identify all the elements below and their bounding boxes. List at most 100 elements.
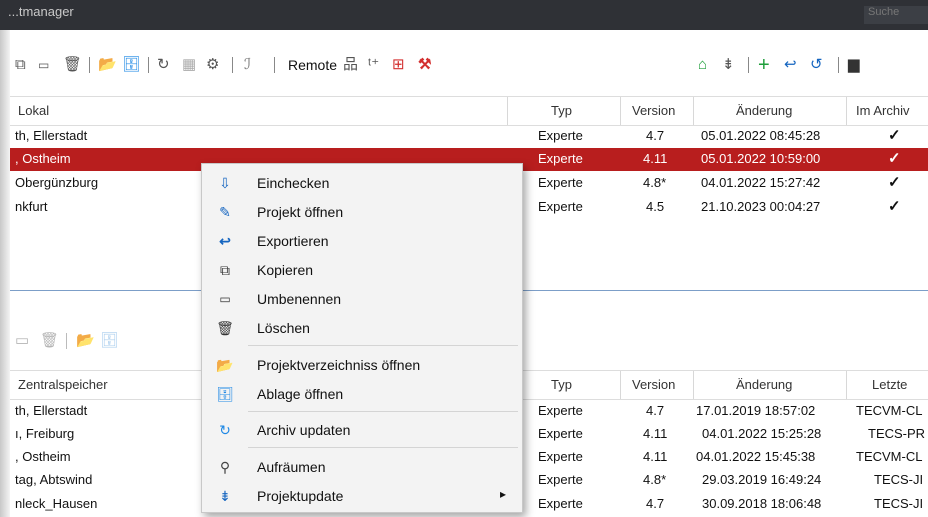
archive-update-icon: ↻: [219, 422, 231, 438]
cell-type: Experte: [538, 472, 583, 487]
cell-last: TECS-JI: [874, 496, 924, 511]
grid-disabled-icon[interactable]: ▦: [182, 54, 196, 76]
trash-icon[interactable]: 🗑: [40, 330, 59, 352]
cell-change: 05.01.2022 10:59:00: [701, 151, 821, 166]
cell-change: 04.01.2022 15:45:38: [696, 449, 816, 464]
copy-icon[interactable]: ⧉: [15, 54, 26, 76]
context-menu: ⇩ Einchecken ✎ Projekt öffnen ↩ Exportie…: [201, 163, 523, 513]
transfer-icon[interactable]: ᵗ⁺: [368, 54, 379, 76]
undo-arrow-icon[interactable]: ↩: [784, 54, 797, 76]
cell-type: Experte: [538, 426, 583, 441]
cell-name: , Ostheim: [15, 449, 71, 464]
archive-check-icon: ✓: [888, 198, 901, 215]
cell-name: th, Ellerstadt: [15, 403, 88, 418]
storage-icon[interactable]: 🗄: [100, 330, 119, 352]
menu-item-archiv-updaten[interactable]: ↻ Archiv updaten: [202, 415, 522, 444]
archive-check-icon: ✓: [888, 150, 901, 167]
network-icon[interactable]: 品: [343, 54, 358, 76]
cell-last: TECS-PR: [868, 426, 926, 441]
trash-icon[interactable]: 🗑: [63, 54, 82, 76]
cell-type: Experte: [538, 128, 583, 143]
checkin-icon: ⇩: [219, 175, 231, 191]
cell-version: 4.7: [646, 496, 665, 511]
folder-open-icon[interactable]: 📂: [76, 330, 95, 352]
cell-version: 4.8*: [643, 472, 667, 487]
storage-icon: 🗄: [216, 386, 234, 402]
separator: [66, 333, 67, 349]
archive-icon[interactable]: ↻: [157, 54, 170, 76]
menu-item-umbenennen[interactable]: ▭ Umbenennen: [202, 284, 522, 313]
search-input[interactable]: Suche: [864, 6, 928, 24]
cell-version: 4.11: [643, 426, 668, 441]
menu-item-projektupdate[interactable]: ⇟ Projektupdate ▸: [202, 481, 522, 510]
cell-version: 4.7: [646, 128, 665, 143]
trash-icon: 🗑: [216, 320, 234, 336]
cell-change: 05.01.2022 08:45:28: [701, 128, 821, 143]
cell-type: Experte: [538, 175, 583, 190]
refresh-icon[interactable]: ↺: [810, 54, 823, 76]
gear-icon[interactable]: ⚙: [206, 54, 219, 76]
menu-separator: [248, 345, 518, 346]
column-header-type[interactable]: Typ: [551, 97, 572, 125]
disk-icon[interactable]: ▆: [848, 54, 860, 76]
cell-type: Experte: [538, 151, 583, 166]
column-header-change[interactable]: Änderung: [736, 371, 792, 399]
menu-item-kopieren[interactable]: ⧉ Kopieren: [202, 255, 522, 284]
menu-item-projektverzeichniss[interactable]: 📂 Projektverzeichniss öffnen: [202, 350, 522, 379]
menu-item-aufraeumen[interactable]: ⚲ Aufräumen: [202, 452, 522, 481]
column-header-change[interactable]: Änderung: [736, 97, 792, 125]
cell-name: , Ostheim: [15, 151, 71, 166]
cell-last: TECVM-CL: [856, 449, 923, 464]
rename-icon[interactable]: ▭: [15, 330, 29, 352]
cell-change: 17.01.2019 18:57:02: [696, 403, 816, 418]
cell-type: Experte: [538, 199, 583, 214]
cell-name: tag, Abtswind: [15, 472, 93, 487]
cell-type: Experte: [538, 449, 583, 464]
archive-check-icon: ✓: [888, 127, 901, 144]
cell-version: 4.11: [643, 151, 668, 166]
column-header-version[interactable]: Version: [632, 97, 675, 125]
column-header-last[interactable]: Letzte: [872, 371, 907, 399]
column-header-type[interactable]: Typ: [551, 371, 572, 399]
export-arrow-icon: ↩: [219, 233, 231, 249]
add-icon[interactable]: +: [758, 54, 770, 76]
table-row[interactable]: th, Ellerstadt Experte 4.7 05.01.2022 08…: [10, 125, 928, 148]
column-header-version[interactable]: Version: [632, 371, 675, 399]
separator: [148, 57, 149, 73]
menu-item-projekt-oeffnen[interactable]: ✎ Projekt öffnen: [202, 197, 522, 226]
cell-change: 04.01.2022 15:27:42: [701, 175, 821, 190]
cell-name: Obergünzburg: [15, 175, 99, 190]
separator: [89, 57, 90, 73]
main-toolbar: ⧉ ▭ 🗑 📂 🗄 ↻ ▦ ⚙ ℐ Remote 品 ᵗ⁺ ⊞ ⚒ ⌂ ⇟ + …: [10, 30, 928, 95]
column-header-name[interactable]: Lokal: [18, 97, 49, 125]
menu-item-einchecken[interactable]: ⇩ Einchecken: [202, 168, 522, 197]
column-header-archive[interactable]: Im Archiv: [856, 97, 909, 125]
home-icon[interactable]: ⌂: [698, 54, 707, 76]
cell-type: Experte: [538, 496, 583, 511]
cell-change: 29.03.2019 16:49:24: [702, 472, 822, 487]
wrench-icon[interactable]: ⚒: [418, 54, 431, 76]
cell-version: 4.7: [646, 403, 665, 418]
menu-item-exportieren[interactable]: ↩ Exportieren: [202, 226, 522, 255]
cell-type: Experte: [538, 403, 583, 418]
cell-name: nleck_Hausen: [15, 496, 98, 511]
project-update-icon: ⇟: [219, 488, 231, 504]
cell-name: nkfurt: [15, 199, 48, 214]
rename-icon: ▭: [219, 292, 231, 306]
local-table-header: Lokal Typ Version Änderung Im Archiv: [10, 96, 928, 126]
cell-version: 4.11: [643, 449, 668, 464]
separator: [232, 57, 233, 73]
column-header-name[interactable]: Zentralspeicher: [18, 371, 108, 399]
table-red-icon[interactable]: ⊞: [392, 54, 405, 76]
cell-change: 04.01.2022 15:25:28: [702, 426, 822, 441]
remote-label[interactable]: Remote: [288, 54, 337, 76]
separator: [748, 57, 749, 73]
rename-icon[interactable]: ▭: [38, 54, 49, 76]
project-update-icon[interactable]: ⇟: [722, 54, 735, 76]
broom-icon[interactable]: ℐ: [244, 54, 251, 76]
folder-open-icon[interactable]: 📂: [98, 54, 117, 76]
cell-name: ı, Freiburg: [15, 426, 75, 441]
menu-item-loeschen[interactable]: 🗑 Löschen: [202, 313, 522, 342]
menu-item-ablage-oeffnen[interactable]: 🗄 Ablage öffnen: [202, 379, 522, 408]
storage-icon[interactable]: 🗄: [122, 54, 141, 76]
